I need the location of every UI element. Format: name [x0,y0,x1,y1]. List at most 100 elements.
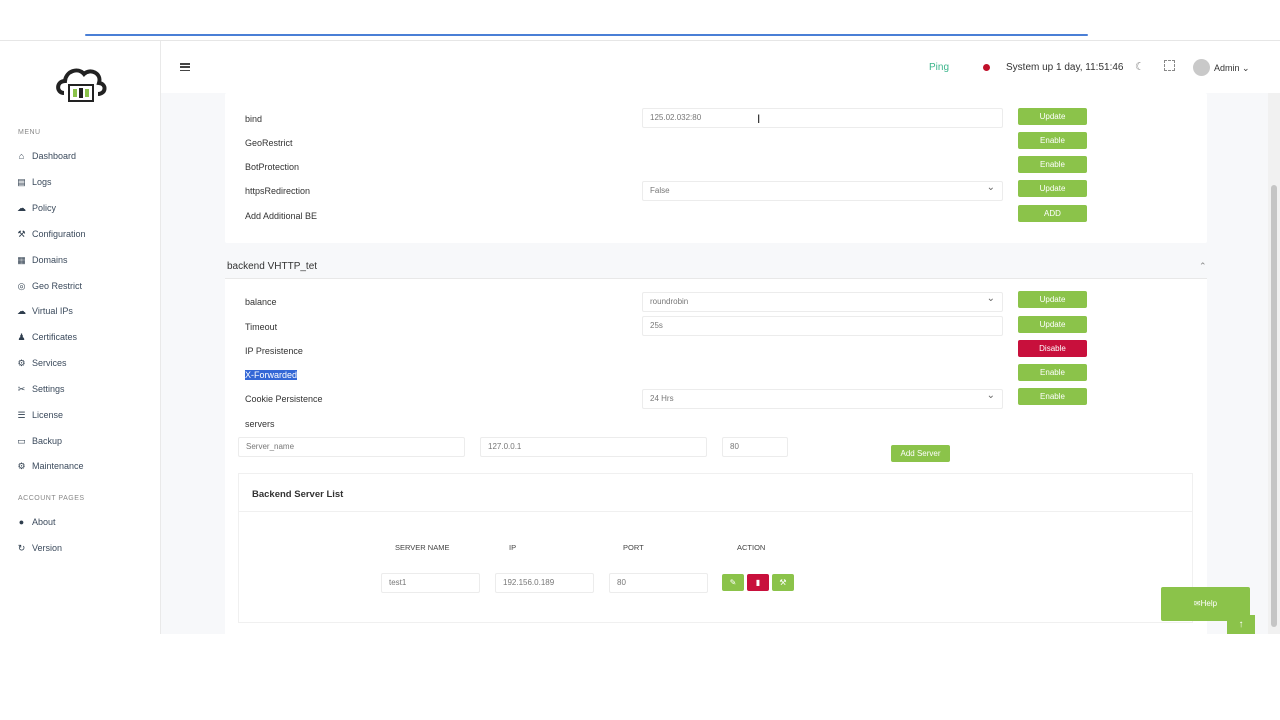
scrollbar-thumb[interactable] [1271,185,1277,627]
https-redirection-update-button[interactable]: Update [1018,180,1087,197]
timeout-update-button[interactable]: Update [1018,316,1087,333]
cloud-icon: ☁ [17,305,26,316]
logo-icon [56,68,107,102]
sidebar-item-settings[interactable]: ✂ Settings [16,381,65,397]
sidebar-item-label: Settings [32,384,65,394]
sidebar-item-version[interactable]: ↻ Version [16,540,62,556]
sidebar-item-configuration[interactable]: ⚒ Configuration [16,226,86,242]
sidebar-item-label: License [32,410,64,420]
sidebar-item-geo-restrict[interactable]: ◎ Geo Restrict [16,278,82,294]
sidebar-item-certificates[interactable]: ♟ Certificates [16,329,77,345]
georestrict-label: GeoRestrict [245,138,293,148]
wrench-icon[interactable]: ⚒ [772,574,794,591]
cookie-persistence-label: Cookie Persistence [245,394,323,404]
column-header: SERVER NAME [395,543,450,552]
avatar[interactable] [1193,59,1210,76]
timeout-label: Timeout [245,322,278,332]
sidebar-item-label: Virtual IPs [32,306,73,316]
sidebar-item-policy[interactable]: ☁ Policy [16,200,56,216]
drive-icon: ▭ [17,435,26,446]
ping-link[interactable]: Ping [929,62,949,73]
trash-icon[interactable]: ▮ [747,574,769,591]
help-label: Help [1200,599,1218,608]
hamburger-menu-icon[interactable] [180,63,190,71]
balance-select[interactable]: roundrobin [642,290,1003,312]
browser-top-strip [0,0,1280,38]
server-ip-input[interactable]: 127.0.0.1 [480,437,707,457]
sidebar-item-dashboard[interactable]: ⌂ Dashboard [16,148,76,164]
refresh-icon: ↻ [17,542,26,553]
sidebar-item-label: About [32,517,56,527]
cookie-persistence-enable-button[interactable]: Enable [1018,388,1087,405]
backend-server-list-card [238,473,1193,623]
sidebar-item-backup[interactable]: ▭ Backup [16,433,62,449]
sidebar-item-maintenance[interactable]: ⚙ Maintenance [16,458,84,474]
uptime-status: System up 1 day, 11:51:46 [1006,62,1124,73]
user-icon: ♟ [17,331,26,342]
sidebar-item-label: Services [32,358,67,368]
bind-update-button[interactable]: Update [1018,108,1087,125]
sidebar-item-label: Certificates [32,332,78,342]
sidebar-item-services[interactable]: ⚙ Services [16,355,67,371]
sidebar-item-label: Geo Restrict [32,281,83,291]
balance-update-button[interactable]: Update [1018,291,1087,308]
add-backend-label: Add Additional BE [245,211,318,221]
sidebar-item-domains[interactable]: ▦ Domains [16,252,68,268]
text-cursor-icon: I [757,112,761,126]
server-port-input[interactable]: 80 [722,437,788,457]
edit-icon[interactable]: ✎ [722,574,744,591]
server-list-title: Backend Server List [252,489,344,500]
dark-mode-icon[interactable]: ☾ [1135,60,1147,73]
bind-label: bind [245,114,263,124]
sidebar-item-label: Domains [32,255,68,265]
menu-section-label: MENU [18,129,41,136]
sidebar-item-label: Backup [32,436,63,446]
row-server-ip[interactable]: 192.156.0.189 [495,573,594,593]
georestrict-enable-button[interactable]: Enable [1018,132,1087,149]
chevron-up-icon[interactable]: ⌃ [1199,261,1207,272]
sidebar: MENU ⌂ Dashboard ▤ Logs ☁ Policy ⚒ Configura… [0,41,161,635]
divider [238,511,1193,512]
sidebar-item-license[interactable]: ☰ License [16,407,63,423]
chat-icon: ✉ [1193,599,1201,608]
top-header: Ping System up 1 day, 11:51:46 ☾ Admin ⌄ [161,41,1280,93]
sidebar-item-label: Version [32,543,63,553]
sidebar-item-about[interactable]: ● About [16,514,56,530]
botprotection-label: BotProtection [245,162,300,172]
fullscreen-icon[interactable] [1164,60,1175,71]
sidebar-item-label: Configuration [32,229,86,239]
file-icon: ▤ [17,176,26,187]
scrollbar[interactable] [1268,93,1280,635]
backend-title[interactable]: backend VHTTP_tet [227,261,317,272]
bind-input[interactable]: 125.02.032:80 [642,108,1003,128]
add-server-button[interactable]: Add Server [891,445,950,462]
tools-icon: ✂ [17,383,26,394]
timeout-input[interactable]: 25s [642,316,1003,336]
user-menu[interactable]: Admin ⌄ [1214,63,1250,74]
list-icon: ☰ [17,409,26,420]
x-forwarded-enable-button[interactable]: Enable [1018,364,1087,381]
cookie-persistence-select[interactable]: 24 Hrs [642,387,1003,409]
scroll-to-top-button[interactable]: ↑ [1227,615,1255,635]
info-icon: ● [18,517,25,527]
sidebar-item-label: Policy [32,203,57,213]
add-backend-button[interactable]: ADD [1018,205,1087,222]
sidebar-item-label: Maintenance [32,461,84,471]
row-server-port[interactable]: 80 [609,573,708,593]
https-redirection-select[interactable]: False [642,179,1003,201]
loading-bar [85,34,1088,36]
botprotection-enable-button[interactable]: Enable [1018,156,1087,173]
cloud-icon: ☁ [17,202,26,213]
server-icon: ▦ [17,254,26,265]
sidebar-item-virtual-ips[interactable]: ☁ Virtual IPs [16,303,73,319]
ip-persistence-disable-button[interactable]: Disable [1018,340,1087,357]
divider [225,278,1207,279]
column-header: ACTION [737,543,766,552]
column-header: IP [509,543,517,552]
gear-icon: ⚙ [17,357,26,368]
globe-icon: ◎ [17,280,26,291]
server-name-input[interactable]: Server_name [238,437,465,457]
row-server-name[interactable]: test1 [381,573,480,593]
sidebar-item-logs[interactable]: ▤ Logs [16,174,51,190]
page-bottom-blank [0,634,1280,720]
